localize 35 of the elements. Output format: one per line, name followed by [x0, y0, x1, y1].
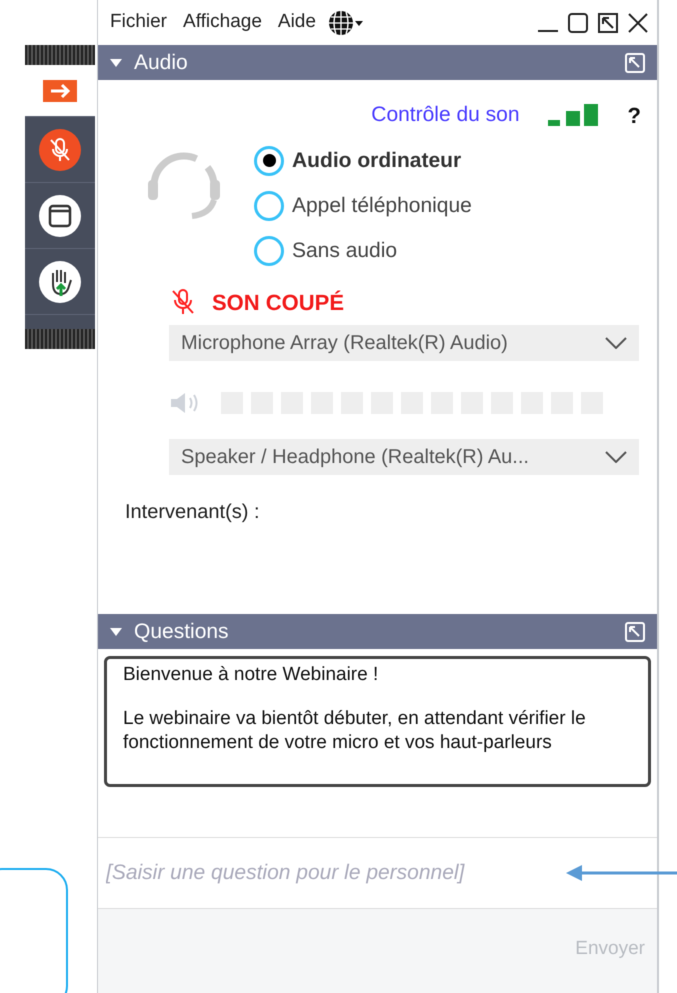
close-icon[interactable] — [627, 12, 649, 34]
speaker-dropdown[interactable]: Speaker / Headphone (Realtek(R) Au... — [169, 439, 639, 475]
radio-option[interactable]: Audio ordinateur — [254, 142, 472, 179]
welcome-text: Bienvenue à notre Webinaire ! — [123, 663, 380, 687]
grip-strip[interactable] — [25, 329, 95, 349]
section-title: Audio — [134, 52, 188, 73]
headset-icon — [146, 150, 222, 222]
muted-microphone-icon — [38, 128, 82, 172]
mute-status: SON COUPÉ — [212, 288, 344, 316]
grip-strip[interactable] — [25, 45, 95, 65]
radio-option[interactable]: Sans audio — [254, 232, 472, 269]
speakers-label: Intervenant(s) : — [125, 500, 261, 525]
muted-microphone-icon — [170, 288, 196, 316]
maximize-icon[interactable] — [567, 12, 589, 34]
globe-icon — [328, 10, 364, 36]
window-icon — [38, 194, 82, 238]
menu-item[interactable]: Fichier — [106, 8, 172, 37]
collapse-triangle-icon — [110, 628, 122, 636]
chevron-down-icon — [605, 337, 627, 349]
signal-bars-icon — [548, 104, 600, 126]
collapse-triangle-icon — [110, 58, 122, 66]
sound-check-link[interactable]: Contrôle du son — [371, 99, 520, 131]
menu-item[interactable]: Aide — [274, 8, 320, 37]
section-title: Questions — [134, 621, 229, 642]
chevron-down-icon — [605, 451, 627, 463]
microphone-dropdown[interactable]: Microphone Array (Realtek(R) Audio) — [169, 325, 639, 361]
raised-hand-icon — [38, 260, 82, 304]
help-button[interactable]: ? — [628, 98, 641, 132]
menu-item[interactable]: Affichage — [179, 8, 266, 37]
language-button[interactable] — [328, 10, 364, 36]
message-text: Le webinaire va bientôt débuter, en attendant vérifier le fonctionnement de votre micro et vos haut-parleurs — [123, 707, 587, 755]
section-header[interactable]: Questions — [98, 614, 657, 649]
radio-option[interactable]: Appel téléphonique — [254, 187, 472, 224]
pop-out-icon[interactable] — [597, 12, 619, 34]
section-header[interactable]: Audio — [98, 45, 657, 80]
